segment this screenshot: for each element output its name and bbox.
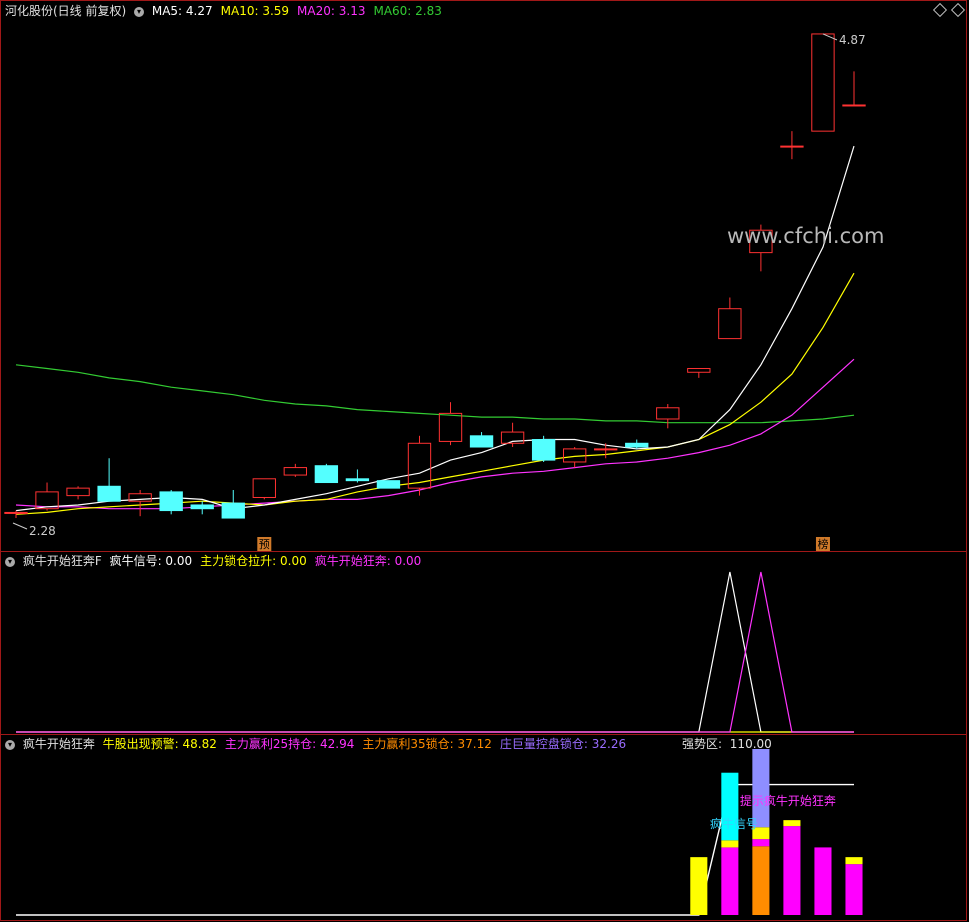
low-label: 2.28 xyxy=(29,524,56,538)
high-pointer xyxy=(822,33,838,41)
prompt-annotation: 提示疯牛开始狂奔 xyxy=(740,793,836,808)
ma60-line xyxy=(15,364,855,424)
candle-body xyxy=(594,448,618,451)
kline-chart[interactable]: 4.87 2.28 www.cfchi.com 预 榜 xyxy=(1,1,968,553)
low-pointer xyxy=(12,522,28,530)
candle-body xyxy=(252,478,276,498)
candle-body xyxy=(811,33,835,132)
signal-chart[interactable] xyxy=(1,552,968,736)
candle-body xyxy=(97,485,121,502)
candle-body xyxy=(531,439,556,461)
ma10-line xyxy=(15,272,855,515)
bar-segment xyxy=(721,840,739,848)
candle-body xyxy=(314,465,339,484)
signal-panel[interactable]: ▾ 疯牛开始狂奔F 疯牛信号: 0.00 主力锁仓拉升: 0.00 疯牛开始狂奔: … xyxy=(0,551,967,735)
candle-body xyxy=(687,368,711,373)
candle-body xyxy=(438,412,463,442)
watermark: www.cfchi.com xyxy=(727,224,884,248)
bar-segment xyxy=(783,820,801,827)
candle-body xyxy=(842,104,866,107)
candle-body xyxy=(780,145,804,148)
ma5-line xyxy=(15,145,855,512)
bar-segment xyxy=(814,847,832,915)
candle-body xyxy=(376,480,401,489)
marker-label: 榜 xyxy=(817,537,828,551)
bar-segment xyxy=(845,864,863,915)
bar-panel[interactable]: ▾ 疯牛开始狂奔 牛股出现预警: 48.82 主力赢利25持仓: 42.94 主力赢… xyxy=(0,734,967,921)
candle-body xyxy=(345,478,370,482)
signal-annotation: 疯牛信号 xyxy=(710,816,758,831)
high-label: 4.87 xyxy=(839,33,866,47)
candle-body xyxy=(4,511,28,514)
bar-segment xyxy=(752,839,770,847)
candle-body xyxy=(66,487,90,497)
signal-line-2 xyxy=(16,571,854,733)
candle-body xyxy=(656,407,680,420)
candle-body xyxy=(625,442,649,448)
candle-body xyxy=(283,467,308,476)
bar-segment xyxy=(783,826,801,915)
bar-segment xyxy=(721,847,739,915)
candle-body xyxy=(718,308,742,340)
signal-line-0 xyxy=(16,571,854,733)
bar-segment xyxy=(752,846,770,915)
bar-segment xyxy=(752,749,770,828)
candle-body xyxy=(221,502,245,519)
bar-segment xyxy=(690,857,708,915)
candle-body xyxy=(159,491,183,512)
candle-body xyxy=(469,435,494,448)
candle-body xyxy=(190,504,214,510)
bar-chart[interactable]: 疯牛信号 提示疯牛开始狂奔 xyxy=(1,735,968,922)
marker-label: 预 xyxy=(259,538,270,551)
kline-panel[interactable]: 河化股份(日线 前复权) ▾ MA5: 4.27 MA10: 3.59 MA20: … xyxy=(0,0,967,552)
bar-segment xyxy=(845,857,863,865)
